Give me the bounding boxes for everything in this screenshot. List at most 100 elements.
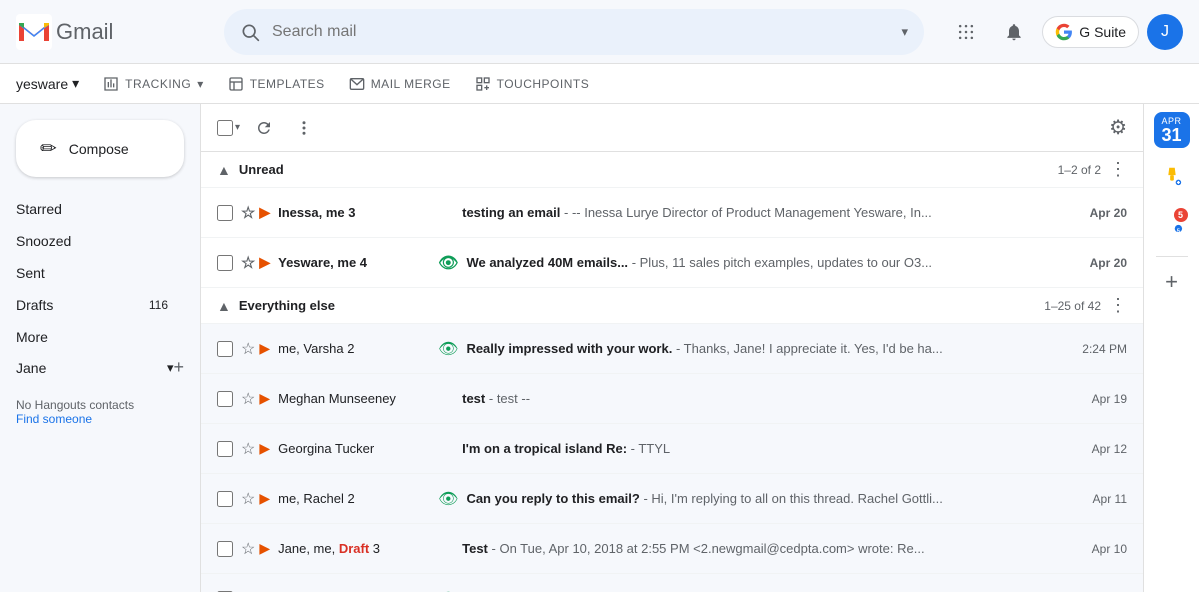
- drafts-count: 116: [149, 298, 168, 312]
- sidebar-item-sent[interactable]: Sent: [0, 257, 184, 289]
- subject-preview-text: - Thanks, Jane! I appreciate it. Yes, I'…: [676, 341, 943, 356]
- email-row[interactable]: ☆ ▶ me, Draft 4 👁 Re: reminder test emai…: [201, 574, 1143, 592]
- draft-label: Draft: [339, 541, 369, 556]
- sidebar-item-starred[interactable]: Starred: [0, 193, 184, 225]
- eye-icon: 👁: [438, 253, 458, 273]
- forward-arrow-icon: ▶: [259, 204, 270, 221]
- unread-section-count: 1–2 of 2: [1058, 163, 1101, 177]
- forward-arrow-icon: ▶: [259, 254, 270, 271]
- keep-icon: [1161, 165, 1183, 187]
- keep-button[interactable]: [1152, 156, 1192, 196]
- search-bar[interactable]: ▾: [224, 9, 924, 55]
- select-all-area[interactable]: ▾: [217, 120, 240, 136]
- subject-preview-text: - test --: [489, 391, 530, 406]
- sidebar-item-snoozed[interactable]: Snoozed: [0, 225, 184, 257]
- subject-bold-text: testing an email: [462, 205, 560, 220]
- touchpoints-icon: [475, 76, 491, 92]
- row-checkbox[interactable]: [217, 341, 233, 357]
- yesware-templates[interactable]: TEMPLATES: [228, 76, 325, 92]
- more-options-button[interactable]: [288, 112, 320, 144]
- calendar-day: 31: [1161, 126, 1181, 144]
- search-dropdown-icon[interactable]: ▾: [901, 24, 908, 40]
- apps-button[interactable]: [946, 12, 986, 52]
- star-icon[interactable]: ☆: [241, 589, 255, 592]
- snoozed-label: Snoozed: [16, 233, 71, 249]
- yesware-tracking[interactable]: TRACKING ▾: [103, 76, 204, 92]
- tasks-button[interactable]: 5 5: [1152, 204, 1192, 244]
- star-icon[interactable]: ☆: [241, 339, 255, 359]
- row-checkbox[interactable]: [217, 491, 233, 507]
- email-row[interactable]: ☆ ▶ Inessa, me 3 testing an email - -- I…: [201, 188, 1143, 238]
- unread-section-more-icon[interactable]: ⋮: [1109, 159, 1127, 180]
- jane-add-icon[interactable]: +: [173, 357, 184, 378]
- mail-merge-label: MAIL MERGE: [371, 77, 451, 91]
- forward-arrow-icon: ▶: [259, 390, 270, 407]
- find-someone-link[interactable]: Find someone: [16, 412, 184, 426]
- gsuite-label: G Suite: [1079, 24, 1126, 40]
- eye-icon: 👁: [438, 489, 458, 509]
- yesware-chevron-icon[interactable]: ▾: [72, 75, 79, 92]
- forward-arrow-icon: ▶: [259, 340, 270, 357]
- yesware-mail-merge[interactable]: MAIL MERGE: [349, 76, 451, 92]
- everything-section-more-icon[interactable]: ⋮: [1109, 295, 1127, 316]
- avatar[interactable]: J: [1147, 14, 1183, 50]
- settings-icon[interactable]: ⚙: [1109, 117, 1127, 139]
- email-subject: Really impressed with your work. - Thank…: [466, 341, 1067, 356]
- email-row[interactable]: ☆ ▶ Meghan Munseeney test - test -- Apr …: [201, 374, 1143, 424]
- subject-bold-text: We analyzed 40M emails...: [466, 255, 628, 270]
- everything-toggle-icon[interactable]: ▲: [217, 298, 231, 314]
- email-row[interactable]: ☆ ▶ Yesware, me 4 👁 We analyzed 40M emai…: [201, 238, 1143, 288]
- star-icon[interactable]: ☆: [241, 389, 255, 409]
- email-date: Apr 12: [1067, 442, 1127, 456]
- email-date: Apr 20: [1067, 206, 1127, 220]
- email-list: ▾ ⚙ ▲ Unread 1–2 of 2 ⋮: [200, 104, 1143, 592]
- star-icon[interactable]: ☆: [241, 489, 255, 509]
- email-row[interactable]: ☆ ▶ Jane, me, Draft 3 Test - On Tue, Apr…: [201, 524, 1143, 574]
- top-bar: Gmail ▾: [0, 0, 1199, 64]
- sender-name: Inessa, me 3: [278, 205, 438, 220]
- email-date: Apr 10: [1067, 542, 1127, 556]
- sender-name: Georgina Tucker: [278, 441, 438, 456]
- notifications-button[interactable]: [994, 12, 1034, 52]
- subject-preview-text: - On Tue, Apr 10, 2018 at 2:55 PM <2.new…: [492, 541, 925, 556]
- gmail-logo: Gmail: [16, 14, 216, 50]
- email-date: Apr 19: [1067, 392, 1127, 406]
- google-icon: [1055, 23, 1073, 41]
- row-checkbox[interactable]: [217, 391, 233, 407]
- row-checkbox[interactable]: [217, 255, 233, 271]
- unread-toggle-icon[interactable]: ▲: [217, 162, 231, 178]
- email-row[interactable]: ☆ ▶ me, Rachel 2 👁 Can you reply to this…: [201, 474, 1143, 524]
- yesware-touchpoints[interactable]: TOUCHPOINTS: [475, 76, 590, 92]
- no-hangouts: No Hangouts contacts Find someone: [0, 382, 200, 442]
- add-apps-button[interactable]: +: [1165, 269, 1178, 295]
- star-icon[interactable]: ☆: [241, 539, 255, 559]
- sidebar-item-more[interactable]: More: [0, 321, 184, 353]
- sidebar-item-drafts[interactable]: Drafts 116: [0, 289, 184, 321]
- refresh-button[interactable]: [248, 112, 280, 144]
- row-checkbox[interactable]: [217, 205, 233, 221]
- calendar-widget[interactable]: APR 31: [1154, 112, 1190, 148]
- star-icon[interactable]: ☆: [241, 439, 255, 459]
- list-toolbar: ▾ ⚙: [201, 104, 1143, 152]
- more-label: More: [16, 329, 48, 345]
- search-input[interactable]: [272, 23, 889, 41]
- sender-name: me, Varsha 2: [278, 341, 438, 356]
- sidebar-jane-section[interactable]: Jane ▾ +: [0, 353, 200, 382]
- star-icon[interactable]: ☆: [241, 253, 255, 273]
- unread-section-title: Unread: [239, 162, 1058, 177]
- select-dropdown-icon[interactable]: ▾: [235, 122, 240, 133]
- email-row[interactable]: ☆ ▶ Georgina Tucker I'm on a tropical is…: [201, 424, 1143, 474]
- email-row[interactable]: ☆ ▶ me, Varsha 2 👁 Really impressed with…: [201, 324, 1143, 374]
- row-checkbox[interactable]: [217, 541, 233, 557]
- gsuite-button[interactable]: G Suite: [1042, 16, 1139, 48]
- row-checkbox[interactable]: [217, 441, 233, 457]
- email-date: 2:24 PM: [1067, 342, 1127, 356]
- star-icon[interactable]: ☆: [241, 203, 255, 223]
- yesware-brand[interactable]: yesware ▾: [16, 75, 79, 92]
- subject-bold-text: Can you reply to this email?: [466, 491, 639, 506]
- subject-preview-text: - Hi, I'm replying to all on this thread…: [643, 491, 942, 506]
- everything-section-count: 1–25 of 42: [1044, 299, 1101, 313]
- subject-bold-text: test: [462, 391, 485, 406]
- select-all-checkbox[interactable]: [217, 120, 233, 136]
- compose-button[interactable]: ✏ Compose: [16, 120, 184, 177]
